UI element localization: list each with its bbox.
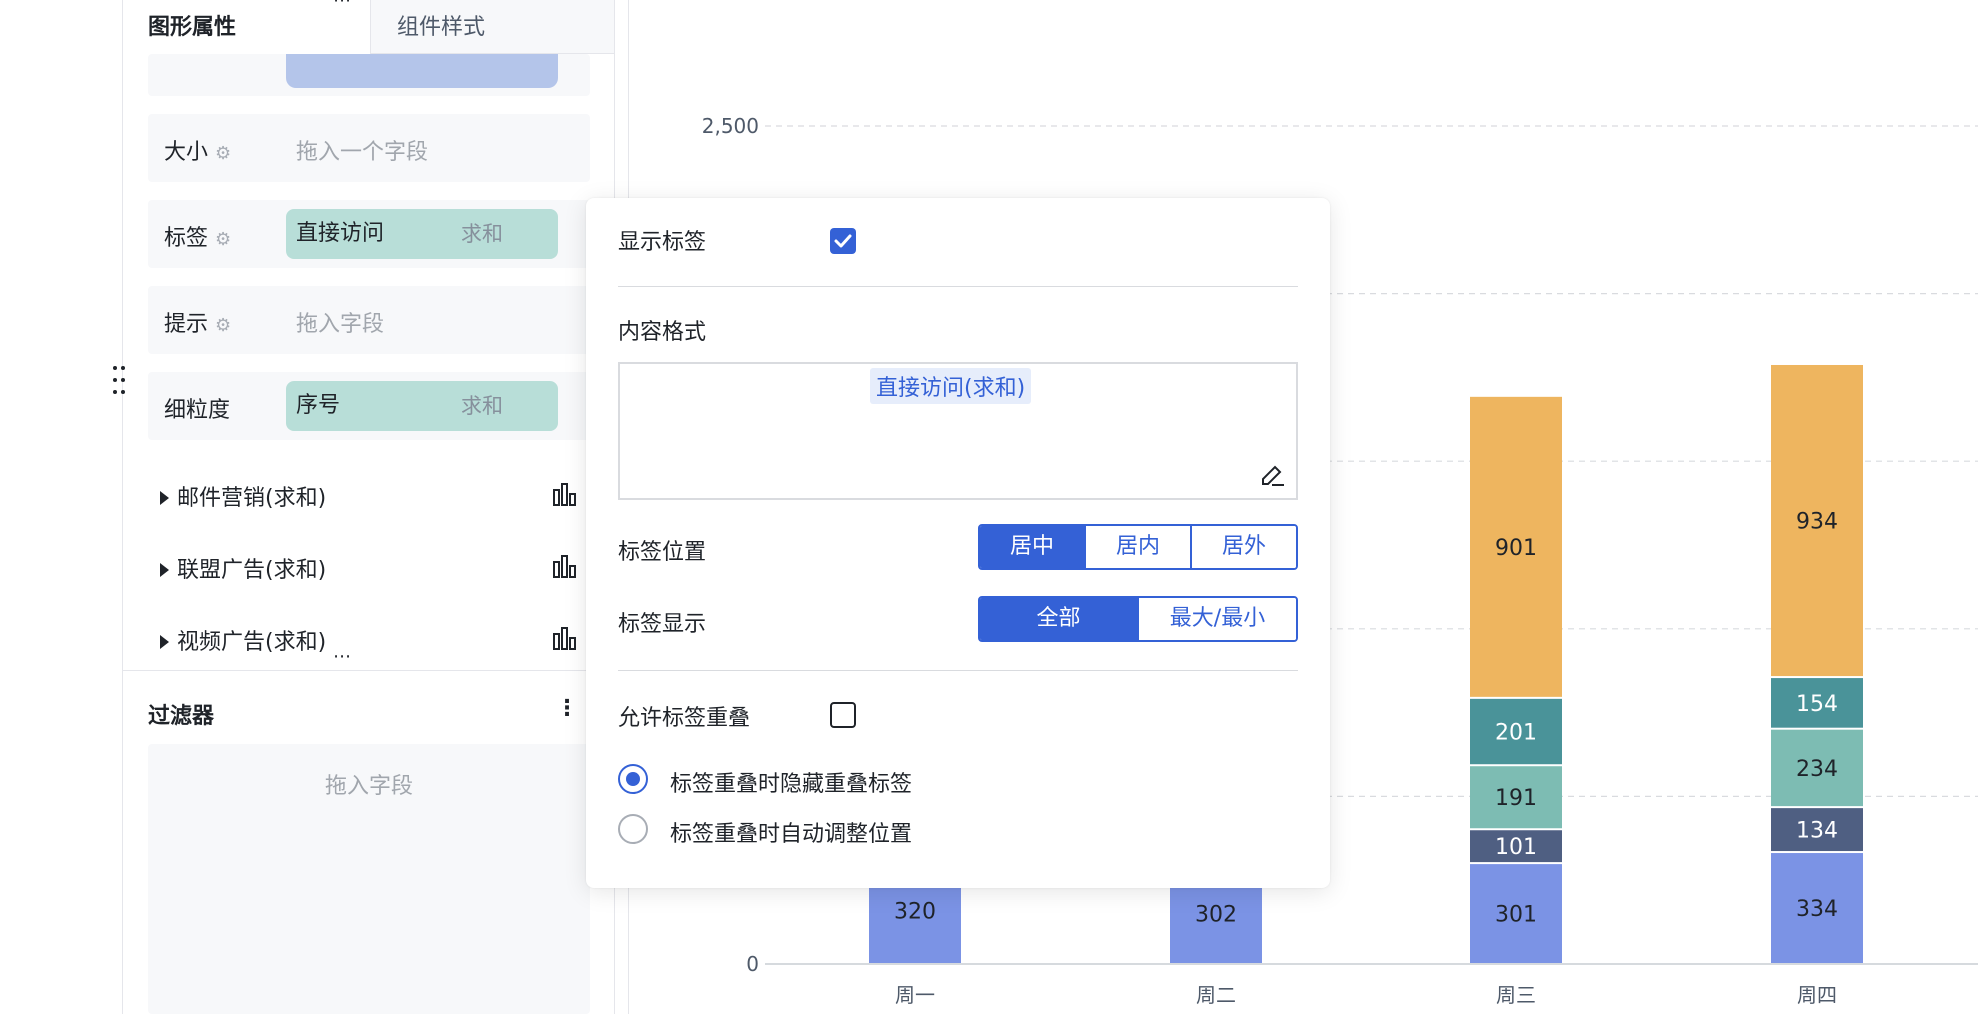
caret-right-icon <box>160 563 169 577</box>
display-maxmin-button[interactable]: 最大/最小 <box>1137 598 1296 640</box>
allow-overlap-checkbox[interactable] <box>830 702 856 728</box>
gear-icon[interactable]: ⚙ <box>215 315 231 336</box>
size-label: 大小 <box>164 140 209 165</box>
caret-right-icon <box>160 635 169 649</box>
label-position-segmented: 居中 居内 居外 <box>978 524 1298 570</box>
series-item[interactable]: 视频广告(求和) <box>160 624 326 656</box>
label-row: 标签 ⚙ 直接访问 求和 <box>148 200 590 268</box>
more-icon[interactable]: ⋮ <box>556 696 578 721</box>
size-drop-zone[interactable]: 拖入一个字段 <box>296 134 428 166</box>
granularity-row: 细粒度 序号 求和 <box>148 372 590 440</box>
bar-chart-icon[interactable] <box>552 554 578 578</box>
series-item[interactable]: 联盟广告(求和) <box>160 552 326 584</box>
bar-data-label: 154 <box>1796 692 1838 717</box>
label-display-text: 标签显示 <box>618 612 707 637</box>
label-position-text: 标签位置 <box>618 540 707 565</box>
series-item[interactable]: 邮件营销(求和) <box>160 480 326 512</box>
content-format-editor[interactable]: 直接访问(求和) <box>618 362 1298 500</box>
position-outside-button[interactable]: 居外 <box>1190 526 1296 568</box>
bar-chart-icon[interactable] <box>552 626 578 650</box>
size-row: 大小 ⚙ 拖入一个字段 <box>148 114 590 182</box>
granularity-label: 细粒度 <box>164 398 231 423</box>
radio-dot <box>626 772 640 786</box>
label-field-pill[interactable]: 直接访问 求和 <box>286 209 558 259</box>
popup-divider <box>618 286 1298 287</box>
bar-data-label: 901 <box>1495 536 1537 561</box>
x-tick-label: 周一 <box>895 983 935 1007</box>
show-label-checkbox[interactable] <box>830 228 856 254</box>
granularity-field-name: 序号 <box>296 393 341 418</box>
y-tick-label: 2,500 <box>702 114 759 138</box>
bar-data-label: 191 <box>1495 786 1537 811</box>
x-tick-label: 周二 <box>1196 983 1236 1007</box>
label-label: 标签 <box>164 226 209 251</box>
y-tick-label: 0 <box>746 952 759 976</box>
overlap-adjust-text: 标签重叠时自动调整位置 <box>670 822 913 847</box>
granularity-field-agg: 求和 <box>461 394 503 418</box>
granularity-field-pill[interactable]: 序号 求和 <box>286 381 558 431</box>
gear-icon[interactable]: ⚙ <box>215 229 231 250</box>
filter-title: 过滤器 <box>148 704 215 729</box>
overlap-hide-text: 标签重叠时隐藏重叠标签 <box>670 772 913 797</box>
filter-drop-zone[interactable]: 拖入字段 <box>148 744 590 1014</box>
edit-icon[interactable] <box>1258 462 1286 490</box>
tab-shape-props[interactable]: 图形属性 <box>148 10 236 54</box>
bar-data-label: 934 <box>1796 510 1838 535</box>
bar-data-label: 320 <box>894 899 936 924</box>
overlap-adjust-radio[interactable] <box>618 814 648 844</box>
bar-data-label: 301 <box>1495 903 1537 928</box>
filter-placeholder: 拖入字段 <box>324 774 413 799</box>
series-item-label: 邮件营销(求和) <box>177 486 327 511</box>
check-icon <box>834 234 852 248</box>
tab-component-style[interactable]: 组件样式 <box>370 0 614 54</box>
section-divider <box>122 670 614 671</box>
tooltip-label: 提示 <box>164 312 209 337</box>
color-row <box>148 54 590 96</box>
bar-data-label: 334 <box>1796 897 1838 922</box>
label-field-agg: 求和 <box>461 222 503 246</box>
label-display-segmented: 全部 最大/最小 <box>978 596 1298 642</box>
panel-left-border <box>122 0 123 1014</box>
position-center-button[interactable]: 居中 <box>980 526 1084 568</box>
position-inside-button[interactable]: 居内 <box>1084 526 1190 568</box>
bar-data-label: 302 <box>1195 902 1237 927</box>
drag-handle-icon[interactable]: ⋯ <box>333 646 352 667</box>
drag-handle-icon[interactable]: ⋯ <box>333 0 352 11</box>
tooltip-row: 提示 ⚙ 拖入字段 <box>148 286 590 354</box>
popup-divider <box>618 670 1298 671</box>
bar-data-label: 101 <box>1495 835 1537 860</box>
gear-icon[interactable]: ⚙ <box>215 143 231 164</box>
tooltip-drop-zone[interactable]: 拖入字段 <box>296 306 384 338</box>
vertical-drag-handle-icon[interactable] <box>112 364 126 396</box>
display-all-button[interactable]: 全部 <box>980 598 1137 640</box>
label-settings-popup: 显示标签 内容格式 直接访问(求和) 标签位置 居中 居内 居外 标签显示 全部… <box>586 198 1330 888</box>
x-tick-label: 周三 <box>1496 983 1536 1007</box>
show-label-text: 显示标签 <box>618 230 707 255</box>
format-token[interactable]: 直接访问(求和) <box>870 368 1032 404</box>
bar-chart-icon[interactable] <box>552 482 578 506</box>
series-item-label: 视频广告(求和) <box>177 630 327 655</box>
bar-data-label: 134 <box>1796 819 1838 844</box>
allow-overlap-text: 允许标签重叠 <box>618 706 751 731</box>
content-format-text: 内容格式 <box>618 320 707 345</box>
bar-data-label: 234 <box>1796 757 1838 782</box>
color-field-pill[interactable] <box>286 54 558 88</box>
bar-data-label: 201 <box>1495 721 1537 746</box>
overlap-hide-radio[interactable] <box>618 764 648 794</box>
series-item-label: 联盟广告(求和) <box>177 558 327 583</box>
x-tick-label: 周四 <box>1797 983 1837 1007</box>
label-field-name: 直接访问 <box>296 221 385 246</box>
caret-right-icon <box>160 491 169 505</box>
